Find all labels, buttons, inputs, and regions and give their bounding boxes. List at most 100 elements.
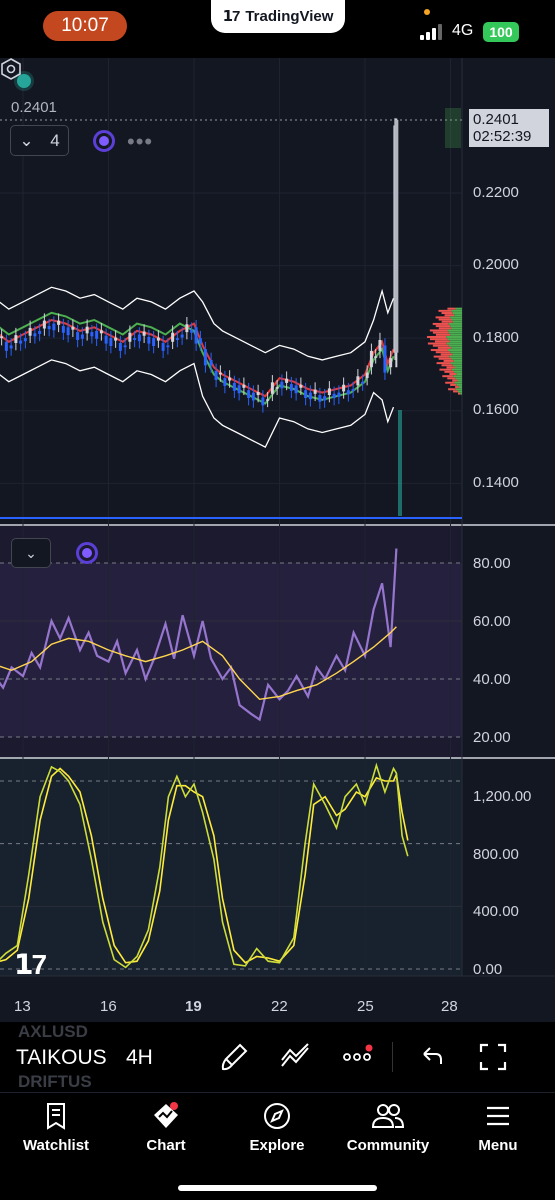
- tab-explore[interactable]: Explore: [222, 1101, 332, 1163]
- candle-body: [266, 399, 270, 401]
- volume-profile-bar: [455, 377, 462, 380]
- chart-canvas[interactable]: [0, 58, 555, 1022]
- candle-body: [19, 340, 23, 344]
- volume-profile-bar: [449, 373, 457, 376]
- tab-community[interactable]: Community: [333, 1101, 443, 1163]
- volume-profile-bar: [442, 375, 454, 378]
- volume-profile-bar: [455, 366, 462, 369]
- volume-profile-bar: [450, 333, 462, 336]
- chart-diamond-icon: [154, 1102, 178, 1128]
- volume-profile-bar: [432, 344, 449, 347]
- symbol-button[interactable]: TAIKOUS: [16, 1046, 107, 1070]
- volume-profile-bar: [432, 322, 449, 325]
- bookmark-icon: [47, 1103, 65, 1130]
- fullscreen-icon[interactable]: [476, 1040, 510, 1074]
- volume-profile-bar: [444, 370, 455, 373]
- tradingview-watermark-icon: 𝟭7: [14, 949, 47, 980]
- volume-profile-bar: [430, 349, 448, 352]
- rsi-legend-toggle-button[interactable]: ⌄: [11, 538, 51, 568]
- tab-chart[interactable]: Chart: [111, 1101, 221, 1163]
- tab-menu[interactable]: Menu: [443, 1101, 553, 1163]
- tradingview-logo-icon: 𝟭7: [222, 7, 241, 25]
- previous-symbol[interactable]: AXLUSD: [18, 1022, 88, 1042]
- volume-profile-bar: [453, 390, 458, 393]
- volume-profile-bar: [446, 342, 462, 345]
- undo-icon[interactable]: [414, 1040, 448, 1074]
- candle-body: [137, 334, 141, 342]
- candle-body: [346, 390, 350, 395]
- volume-profile-block: [445, 108, 461, 148]
- interval-button[interactable]: 4H: [126, 1046, 153, 1070]
- settings-hexagon-icon[interactable]: [0, 58, 22, 80]
- legend-toggle-button[interactable]: ⌄ 4: [10, 125, 69, 156]
- candle-body: [308, 392, 312, 400]
- candle-body: [280, 381, 284, 389]
- volume-profile-bar: [426, 335, 447, 338]
- volume-profile-bar: [457, 390, 462, 393]
- volume-profile-bar: [444, 314, 455, 317]
- volume-profile-bar: [458, 386, 462, 389]
- sync-icon[interactable]: [76, 542, 98, 564]
- volume-profile-bar: [449, 340, 462, 343]
- next-symbol[interactable]: DRIFTUS: [18, 1072, 92, 1092]
- candle-body: [85, 326, 89, 334]
- candle-body: [114, 337, 118, 341]
- price-axis-label: 0.2200: [473, 184, 519, 201]
- indicators-icon[interactable]: [278, 1040, 312, 1074]
- candle-body: [118, 343, 122, 351]
- candle-body: [237, 385, 241, 394]
- time-axis-label: 13: [14, 998, 31, 1015]
- candle-body: [9, 345, 13, 349]
- volume-profile-bar: [440, 353, 453, 356]
- volume-profile-bar: [455, 386, 459, 389]
- volume-profile-bar: [450, 351, 462, 354]
- volume-profile-bar: [436, 362, 451, 365]
- tab-label: Watchlist: [22, 1137, 90, 1154]
- chart-area[interactable]: 0.2401 ⌄ 4 ••• 0.2401 02:52:39 0.2200 0.…: [0, 58, 555, 1022]
- volume-profile-bar: [449, 355, 462, 358]
- app-banner[interactable]: 𝟭7 TradingView: [211, 0, 345, 33]
- candle-body: [337, 392, 341, 397]
- volume-profile-bar: [441, 320, 453, 323]
- candle-body: [109, 338, 113, 347]
- tab-watchlist[interactable]: Watchlist: [1, 1101, 111, 1163]
- candle-body: [356, 376, 360, 386]
- volume-profile-bar: [435, 316, 451, 319]
- price-axis-label: 0.1600: [473, 401, 519, 418]
- osc-axis-label: 800.00: [473, 846, 519, 863]
- candle-body: [57, 320, 61, 325]
- current-price: 0.2401: [473, 111, 519, 128]
- volume-profile-bar: [435, 351, 451, 354]
- volume-profile-bar: [452, 312, 462, 315]
- candle-body: [242, 384, 246, 388]
- candle-body: [251, 392, 255, 401]
- volume-profile-bar: [443, 359, 454, 362]
- volume-profile-bar: [441, 364, 453, 367]
- volume-profile-bar: [450, 383, 457, 386]
- volume-profile-bar: [434, 340, 450, 343]
- volume-profile-bar: [450, 316, 462, 319]
- candle-body: [198, 338, 202, 344]
- candle-body: [323, 396, 327, 401]
- brush-icon[interactable]: [218, 1040, 252, 1074]
- chevron-down-icon: ⌄: [25, 544, 37, 561]
- volume-profile-bar: [438, 327, 452, 330]
- volume-profile-bar: [451, 309, 462, 312]
- chart-toolbar: AXLUSD DRIFTUS TAIKOUS 4H: [0, 1022, 555, 1092]
- sync-icon[interactable]: [93, 130, 115, 152]
- price-axis-label: 0.1800: [473, 329, 519, 346]
- candle-body: [99, 330, 103, 334]
- volume-profile-bar: [446, 366, 456, 369]
- last-price-label: 0.2401: [11, 99, 57, 116]
- volume-profile-bar: [439, 368, 452, 371]
- osc-axis-label: 400.00: [473, 903, 519, 920]
- candle-body: [95, 330, 99, 339]
- time-axis-label: 16: [100, 998, 117, 1015]
- volume-profile-bar: [452, 320, 462, 323]
- candle-body: [318, 395, 322, 402]
- more-tools-icon[interactable]: [340, 1040, 374, 1074]
- more-options-icon[interactable]: •••: [127, 129, 153, 155]
- current-price-tag: 0.2401 02:52:39: [469, 109, 549, 147]
- volume-profile-bar: [457, 379, 462, 382]
- volume-profile-bar: [455, 388, 462, 391]
